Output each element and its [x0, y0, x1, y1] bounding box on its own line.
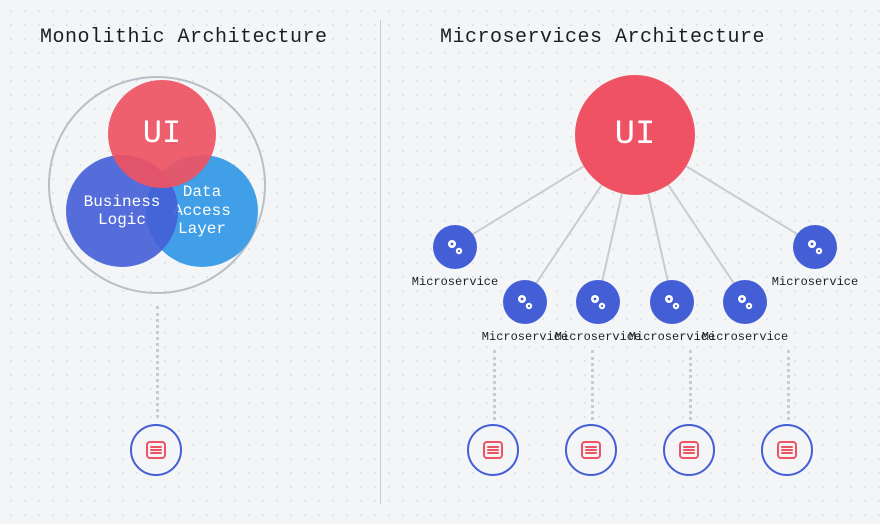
microservice-db-icon: [467, 424, 519, 476]
monolith-db-connector: [156, 306, 159, 418]
microservices-ui-circle: UI: [575, 75, 695, 195]
microservice-node: [433, 225, 477, 269]
microservice-node: [793, 225, 837, 269]
monolith-business-logic-label: Business Logic: [84, 193, 161, 230]
microservice-node: [650, 280, 694, 324]
microservice-node: [503, 280, 547, 324]
monolith-db-icon: [130, 424, 182, 476]
microservices-ui-label: UI: [615, 116, 656, 154]
monolith-data-access-label: Data Access Layer: [173, 183, 231, 238]
microservice-node: [576, 280, 620, 324]
microservice-label: Microservice: [772, 275, 858, 289]
monolith-ui-label: UI: [143, 116, 181, 153]
microservice-db-connector: [689, 350, 692, 420]
microservice-label: Microservice: [412, 275, 498, 289]
microservice-db-connector: [787, 350, 790, 420]
microservice-label: Microservice: [702, 330, 788, 344]
monolith-panel: Monolithic Architecture UI Business Logi…: [0, 0, 380, 524]
microservice-node: [723, 280, 767, 324]
microservice-db-icon: [565, 424, 617, 476]
monolith-title: Monolithic Architecture: [40, 26, 328, 49]
microservice-db-icon: [663, 424, 715, 476]
microservice-db-connector: [591, 350, 594, 420]
microservices-title: Microservices Architecture: [440, 26, 765, 49]
microservice-db-icon: [761, 424, 813, 476]
monolith-ui-circle: UI: [108, 80, 216, 188]
microservice-db-connector: [493, 350, 496, 420]
